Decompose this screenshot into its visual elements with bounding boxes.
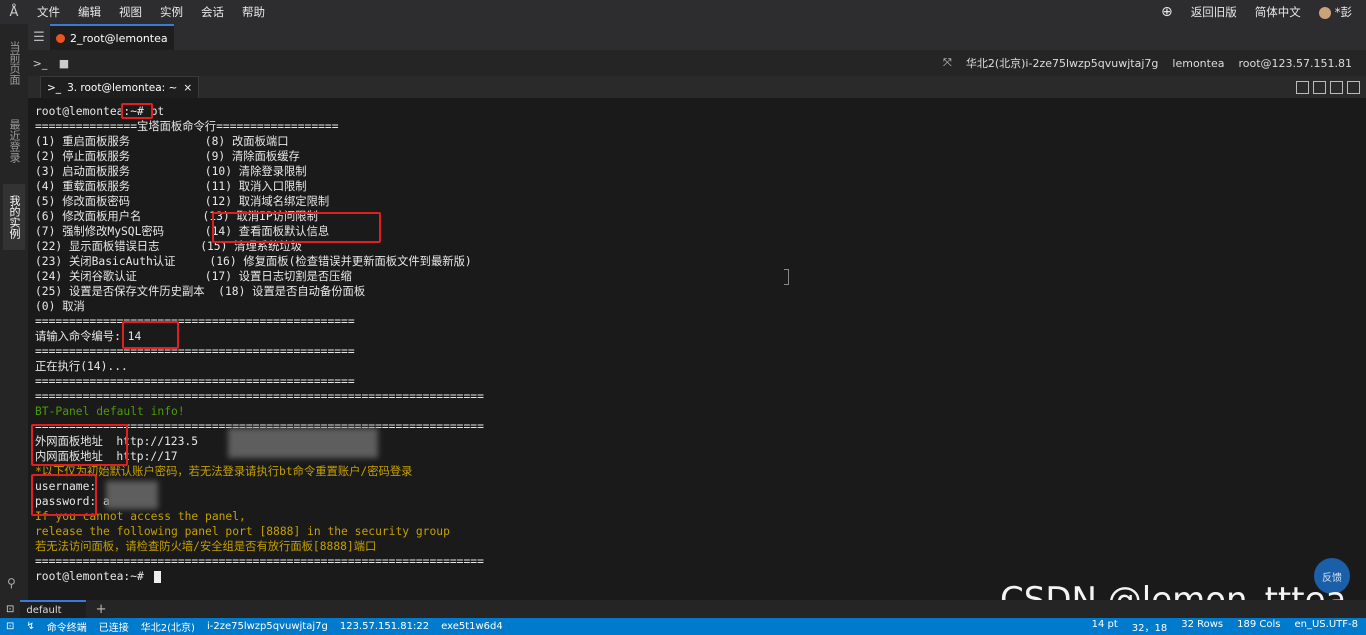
highlight-box-credentials: [31, 474, 97, 516]
terminal-line: (4) 重载面板服务 (11) 取消入口限制: [35, 180, 307, 193]
user-menu[interactable]: *彭: [1318, 4, 1352, 20]
default-session-label: default: [26, 604, 62, 616]
status-instance: i-2ze75lwzp5qvuwjtaj7g: [206, 621, 328, 632]
status-region: 华北2(北京): [140, 623, 195, 634]
restore-old-version-link[interactable]: 返回旧版: [1191, 4, 1237, 20]
status-link-icon: ↯: [26, 621, 35, 632]
terminal-tab[interactable]: >_ 3. root@lemontea: ~ ×: [40, 76, 200, 98]
status-font-size: 14 pt: [1091, 619, 1118, 630]
terminal-tab-label: 3. root@lemontea: ~: [67, 81, 178, 94]
menu-file[interactable]: 文件: [28, 4, 69, 20]
terminal-output[interactable]: root@lemontea:~# bt ===============宝塔面板命…: [28, 98, 1366, 600]
menu-instance[interactable]: 实例: [151, 4, 192, 20]
terminal-line: ===============宝塔面板命令行==================: [35, 120, 339, 133]
terminal-line: ========================================…: [35, 315, 355, 328]
tab-current-page[interactable]: 当前页面: [3, 28, 25, 98]
terminal-line: (3) 启动面板服务 (10) 清除登录限制: [35, 165, 307, 178]
folder-icon[interactable]: ■: [52, 57, 76, 70]
add-circle-icon[interactable]: ⊕: [1161, 4, 1173, 20]
terminal-line: (0) 取消: [35, 300, 85, 313]
tab-recent-login-label: 最近登录: [8, 119, 21, 163]
highlight-box-command-number: [122, 321, 179, 349]
terminal-prompt-icon[interactable]: >_: [28, 57, 52, 70]
status-connection: 已连接: [98, 623, 129, 634]
terminal-line: ========================================…: [35, 390, 484, 403]
app-window: Å 文件 编辑 视图 实例 会话 帮助 ⊕ 返回旧版 简体中文 *彭 当前页面 …: [0, 0, 1366, 635]
terminal-line: (1) 重启面板服务 (8) 改面板端口: [35, 135, 289, 148]
terminal-line: root@lemontea:~#: [35, 570, 151, 583]
close-icon[interactable]: ×: [183, 82, 192, 94]
terminal-line: ========================================…: [35, 375, 355, 388]
tab-my-instances[interactable]: 我的实例: [3, 184, 25, 250]
terminal-line: 正在执行(14)...: [35, 360, 128, 373]
expand-icon[interactable]: ⤧: [943, 56, 952, 70]
terminal-line: release the following panel port [8888] …: [35, 525, 450, 538]
user-name: *彭: [1334, 5, 1352, 19]
redacted-ip: [228, 428, 378, 458]
avatar: [1318, 6, 1331, 19]
terminal-line: (23) 关闭BasicAuth认证 (16) 修复面板(检查错误并更新面板文件…: [35, 255, 472, 268]
status-cursor-pos: 32，18: [1131, 623, 1168, 634]
terminal-line: ========================================…: [35, 555, 484, 568]
collapse-icon[interactable]: ☰: [28, 24, 50, 50]
terminal-line: BT-Panel default info!: [35, 405, 185, 418]
terminal-icon: >_: [47, 81, 62, 94]
pin-icon[interactable]: ⚲: [7, 576, 16, 590]
session-tab-bar: ☰ 2_root@lemontea: [28, 24, 1366, 50]
menu-help[interactable]: 帮助: [233, 4, 274, 20]
status-rows: 32 Rows: [1181, 619, 1224, 630]
highlight-box-bt: [121, 103, 153, 119]
layout-add-icon[interactable]: [1296, 80, 1309, 94]
bottom-session-bar: ⊡ default +: [0, 600, 1366, 618]
instance-region: 华北2(北京): [965, 57, 1026, 70]
terminal-box-icon[interactable]: ⊡: [0, 604, 20, 615]
layout-grid-icon[interactable]: [1347, 80, 1360, 94]
status-address: 123.57.151.81:22: [339, 621, 430, 632]
add-tab-icon[interactable]: +: [96, 602, 107, 617]
session-tab-label: 2_root@lemontea: [70, 31, 168, 45]
tab-current-page-label: 当前页面: [8, 41, 21, 85]
terminal-line: (24) 关闭谷歌认证 (17) 设置日志切割是否压缩: [35, 270, 352, 283]
instance-host: lemontea: [1172, 56, 1225, 70]
default-session-tab[interactable]: default: [20, 600, 86, 618]
layout-split-vertical-icon[interactable]: [1313, 80, 1326, 94]
menu-edit[interactable]: 编辑: [69, 4, 110, 20]
status-terminal-icon: ⊡: [6, 621, 15, 632]
terminal-line: (25) 设置是否保存文件历史副本 (18) 设置是否自动备份面板: [35, 285, 366, 298]
terminal-line: (2) 停止面板服务 (9) 清除面板缓存: [35, 150, 300, 163]
menu-bar: Å 文件 编辑 视图 实例 会话 帮助 ⊕ 返回旧版 简体中文 *彭: [0, 0, 1366, 24]
status-mode: 命令终端: [46, 623, 87, 634]
redacted-credentials: [106, 481, 158, 509]
app-logo-icon: Å: [9, 4, 19, 20]
instance-info-bar: >_ ■ ⤧ 华北2(北京) i-2ze75lwzp5qvuwjtaj7g le…: [28, 50, 1366, 76]
status-bar: ⊡ ↯ 命令终端 已连接 华北2(北京) i-2ze75lwzp5qvuwjta…: [0, 618, 1366, 635]
tab-recent-login[interactable]: 最近登录: [3, 102, 25, 180]
instance-id: i-2ze75lwzp5qvuwjtaj7g: [1025, 56, 1159, 70]
session-tab[interactable]: 2_root@lemontea: [50, 24, 174, 50]
status-cols: 189 Cols: [1237, 619, 1281, 630]
terminal-tab-bar: >_ 3. root@lemontea: ~ ×: [28, 76, 1366, 98]
text-cursor-bracket: [784, 269, 789, 285]
instance-login: root@123.57.151.81: [1238, 56, 1352, 70]
ubuntu-icon: [56, 33, 65, 43]
status-id: exe5t1w6d4: [441, 621, 503, 632]
status-encoding: en_US.UTF-8: [1294, 619, 1359, 630]
terminal-line: ========================================…: [35, 345, 355, 358]
highlight-box-panel-address: [31, 424, 128, 466]
language-select[interactable]: 简体中文: [1255, 4, 1301, 20]
terminal-line: 若无法访问面板，请检查防火墙/安全组是否有放行面板[8888]端口: [35, 540, 377, 553]
highlight-box-option-14: [212, 212, 381, 243]
menu-view[interactable]: 视图: [110, 4, 151, 20]
tab-my-instances-label: 我的实例: [8, 195, 21, 239]
layout-split-horizontal-icon[interactable]: [1330, 80, 1343, 94]
terminal-line: (5) 修改面板密码 (12) 取消域名绑定限制: [35, 195, 330, 208]
terminal-cursor: [154, 571, 161, 583]
left-sidebar: 当前页面 最近登录 我的实例 ⚲: [0, 24, 29, 600]
menu-session[interactable]: 会话: [192, 4, 233, 20]
